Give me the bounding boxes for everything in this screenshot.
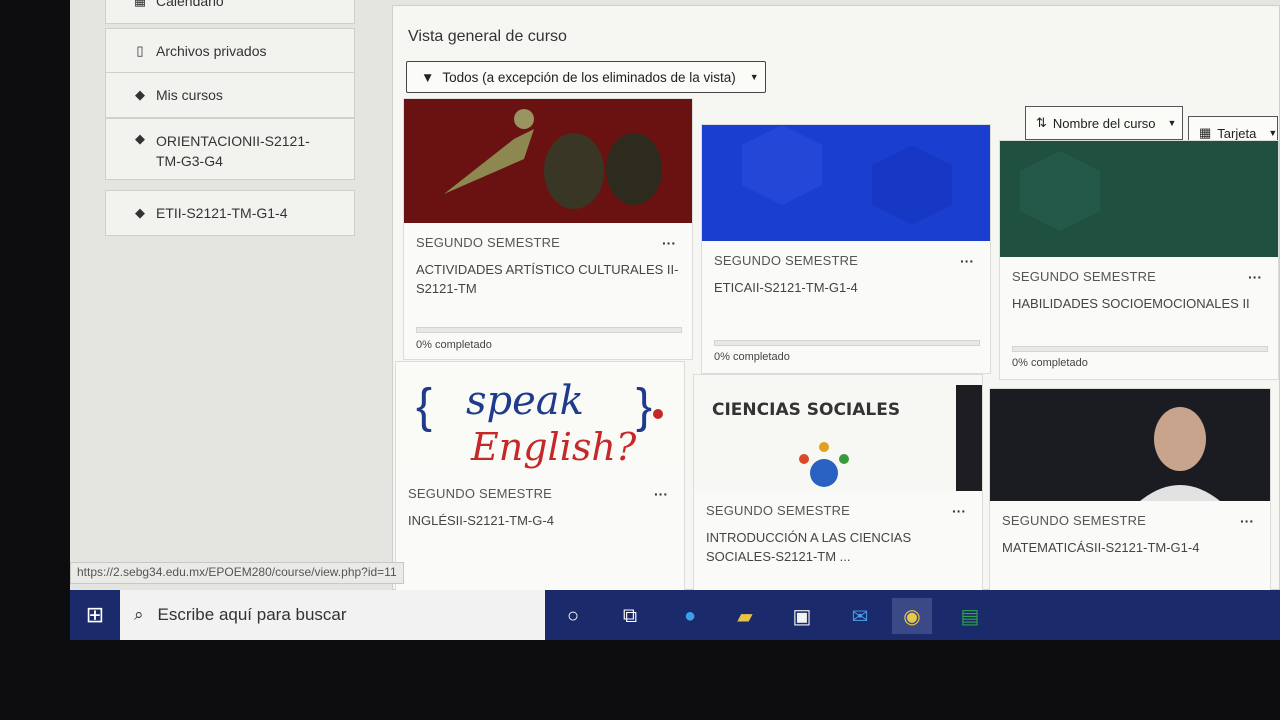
course-name[interactable]: ETICAII-S2121-TM-G1-4 xyxy=(714,278,978,297)
more-options-icon[interactable]: ··· xyxy=(1240,513,1254,529)
left-nav: ▦ Calendario ▯ Archivos privados ◆ Mis c… xyxy=(105,0,355,245)
chevron-down-icon: ▼ xyxy=(749,72,759,82)
more-options-icon[interactable]: ··· xyxy=(654,486,668,502)
screen: ▦ Calendario ▯ Archivos privados ◆ Mis c… xyxy=(70,0,1280,640)
svg-text:speak: speak xyxy=(466,378,584,424)
chevron-down-icon: ▼ xyxy=(1268,128,1278,138)
calendar-icon: ▦ xyxy=(133,0,147,8)
file-icon: ▯ xyxy=(136,43,144,58)
svg-text:{: { xyxy=(416,380,432,433)
more-options-icon[interactable]: ··· xyxy=(960,253,974,269)
search-placeholder: Escribe aquí para buscar xyxy=(157,605,347,624)
course-image[interactable] xyxy=(1000,141,1278,257)
nav-item-label: ORIENTACIONII-S2121-TM-G3-G4 xyxy=(156,133,310,169)
progress-text: 0% completado xyxy=(714,351,790,363)
nav-item-course-etii[interactable]: ◆ ETII-S2121-TM-G1-4 xyxy=(105,190,355,236)
course-card[interactable]: speak English? { } SEGUNDO SEMESTRE ··· … xyxy=(395,361,685,591)
progress-text: 0% completado xyxy=(416,339,492,351)
course-name[interactable]: HABILIDADES SOCIOEMOCIONALES II xyxy=(1012,294,1266,313)
progress-bar xyxy=(416,327,682,333)
course-image[interactable]: speak English? { } xyxy=(396,362,684,474)
progress-bar xyxy=(714,340,980,346)
chevron-down-icon: ▼ xyxy=(1167,118,1177,128)
edge-icon[interactable]: ● xyxy=(670,598,710,634)
course-image[interactable]: CIENCIAS SOCIALES xyxy=(694,375,982,491)
course-name[interactable]: INTRODUCCIÓN A LAS CIENCIAS SOCIALES-S21… xyxy=(706,528,970,566)
course-semester: SEGUNDO SEMESTRE xyxy=(416,235,561,250)
more-options-icon[interactable]: ··· xyxy=(662,235,676,251)
course-semester: SEGUNDO SEMESTRE xyxy=(714,253,859,268)
svg-text:CIENCIAS SOCIALES: CIENCIAS SOCIALES xyxy=(712,400,900,420)
filter-dropdown[interactable]: ▼ Todos (a excepción de los eliminados d… xyxy=(406,61,766,93)
sort-icon: ⇅ xyxy=(1036,115,1047,130)
nav-item-label: ETII-S2121-TM-G1-4 xyxy=(156,205,288,221)
store-icon[interactable]: ▣ xyxy=(782,598,822,634)
progress-bar xyxy=(1012,346,1268,352)
course-card[interactable]: SEGUNDO SEMESTRE ··· ACTIVIDADES ARTÍSTI… xyxy=(403,98,693,360)
graduation-cap-icon: ◆ xyxy=(135,205,145,220)
svg-text:}: } xyxy=(636,380,652,433)
filter-icon: ▼ xyxy=(421,69,435,85)
course-semester: SEGUNDO SEMESTRE xyxy=(706,503,851,518)
sort-dropdown[interactable]: ⇅ Nombre del curso ▼ xyxy=(1025,106,1183,140)
course-semester: SEGUNDO SEMESTRE xyxy=(1002,513,1147,528)
nav-item-mis-cursos[interactable]: ◆ Mis cursos xyxy=(105,72,355,118)
mail-icon[interactable]: ✉ xyxy=(840,598,880,634)
nav-item-archivos-privados[interactable]: ▯ Archivos privados xyxy=(105,28,355,74)
progress-text: 0% completado xyxy=(1012,357,1088,369)
taskbar-search[interactable]: ⌕ Escribe aquí para buscar xyxy=(120,590,545,640)
windows-start-icon[interactable]: ⊞ xyxy=(70,590,120,640)
green-pattern-image xyxy=(1000,141,1278,257)
course-card[interactable]: SEGUNDO SEMESTRE ··· ETICAII-S2121-TM-G1… xyxy=(701,124,991,374)
nav-item-label: Calendario xyxy=(156,0,224,9)
grid-icon: ▦ xyxy=(1199,125,1212,140)
more-options-icon[interactable]: ··· xyxy=(1248,269,1262,285)
course-image[interactable] xyxy=(404,99,692,223)
course-image[interactable] xyxy=(990,389,1270,501)
course-image[interactable] xyxy=(702,125,990,241)
nav-item-label: Mis cursos xyxy=(156,87,223,103)
graduation-cap-icon: ◆ xyxy=(135,131,145,146)
chrome-icon[interactable]: ◉ xyxy=(892,598,932,634)
svg-text:English?: English? xyxy=(470,425,637,469)
theatre-masks-image xyxy=(404,99,692,223)
course-card[interactable]: SEGUNDO SEMESTRE ··· HABILIDADES SOCIOEM… xyxy=(999,140,1279,380)
nav-item-label: Archivos privados xyxy=(156,43,267,59)
overview-title: Vista general de curso xyxy=(408,28,567,45)
taskbar: ⊞ ⌕ Escribe aquí para buscar ○ ⧉ ● ▰ ▣ ✉… xyxy=(70,590,1280,640)
more-options-icon[interactable]: ··· xyxy=(952,503,966,519)
portrait-image xyxy=(990,389,1270,501)
sort-label: Nombre del curso xyxy=(1052,115,1156,131)
graduation-cap-icon: ◆ xyxy=(135,87,145,102)
search-icon: ⌕ xyxy=(134,605,144,624)
view-label: Tarjeta xyxy=(1217,125,1257,141)
page: ▦ Calendario ▯ Archivos privados ◆ Mis c… xyxy=(70,0,1280,591)
course-name[interactable]: MATEMATICÁSII-S2121-TM-G1-4 xyxy=(1002,538,1258,557)
excel-icon[interactable]: ▤ xyxy=(950,598,990,634)
nav-item-calendario[interactable]: ▦ Calendario xyxy=(105,0,355,24)
speak-english-image: speak English? { } xyxy=(396,362,684,474)
course-name[interactable]: ACTIVIDADES ARTÍSTICO CULTURALES II-S212… xyxy=(416,260,680,298)
filter-label: Todos (a excepción de los eliminados de … xyxy=(442,69,736,85)
course-semester: SEGUNDO SEMESTRE xyxy=(408,486,553,501)
course-card[interactable]: SEGUNDO SEMESTRE ··· MATEMATICÁSII-S2121… xyxy=(989,388,1271,591)
course-card[interactable]: CIENCIAS SOCIALES SEGUNDO SEMESTRE ··· I… xyxy=(693,374,983,591)
blue-pattern-image xyxy=(702,125,990,241)
task-view-icon[interactable]: ⧉ xyxy=(610,598,650,634)
nav-item-course-orientacion[interactable]: ◆ ORIENTACIONII-S2121-TM-G3-G4 xyxy=(105,118,355,180)
course-semester: SEGUNDO SEMESTRE xyxy=(1012,269,1157,284)
status-url: https://2.sebg34.edu.mx/EPOEM280/course/… xyxy=(70,562,404,584)
course-name[interactable]: INGLÉSII-S2121-TM-G-4 xyxy=(408,511,672,530)
cortana-icon[interactable]: ○ xyxy=(553,598,593,634)
ciencias-sociales-image: CIENCIAS SOCIALES xyxy=(694,375,982,491)
course-overview-panel: Vista general de curso ▼ Todos (a excepc… xyxy=(392,5,1280,591)
file-explorer-icon[interactable]: ▰ xyxy=(725,598,765,634)
